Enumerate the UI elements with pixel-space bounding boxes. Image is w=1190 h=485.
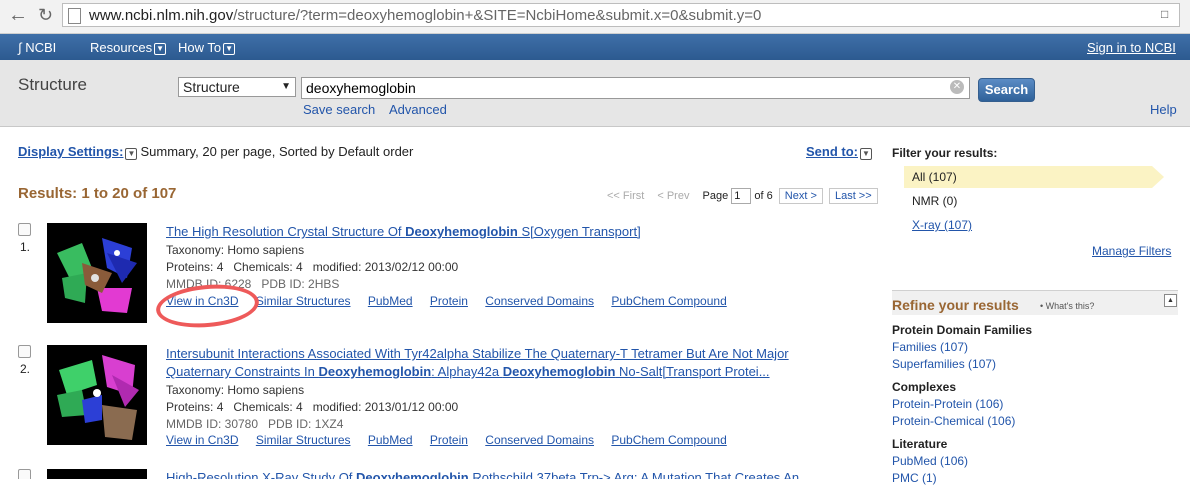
result-links: View in Cn3D Similar Structures PubMed P… — [166, 433, 741, 447]
page-label: Page — [702, 190, 729, 202]
filter-xray[interactable]: X-ray (107) — [904, 214, 1152, 236]
pubchem-compound-link[interactable]: PubChem Compound — [611, 433, 726, 447]
view-in-cn3d-link[interactable]: View in Cn3D — [166, 433, 238, 447]
dropdown-arrow-icon: ▼ — [281, 81, 291, 92]
result-number: 1. — [20, 240, 31, 254]
resources-menu[interactable]: Resources ▼ — [90, 40, 167, 55]
similar-structures-link[interactable]: Similar Structures — [256, 433, 351, 447]
send-to-link[interactable]: Send to: — [806, 144, 858, 159]
structure-thumbnail[interactable] — [47, 223, 147, 323]
howto-menu[interactable]: How To ▼ — [178, 40, 236, 55]
display-settings-link[interactable]: Display Settings: — [18, 144, 123, 159]
results-count: Results: 1 to 20 of 107 — [18, 185, 177, 202]
search-button[interactable]: Search — [978, 78, 1035, 102]
bookmark-icon[interactable]: □ — [1161, 7, 1175, 23]
page-number-input[interactable]: 1 — [731, 188, 752, 205]
refine-item[interactable]: PubMed (106) — [892, 454, 968, 468]
conserved-domains-link[interactable]: Conserved Domains — [485, 294, 594, 308]
refine-item[interactable]: Protein-Protein (106) — [892, 397, 1003, 411]
refine-group-heading: Protein Domain Families — [892, 323, 1033, 337]
result-title-link[interactable]: The High Resolution Crystal Structure Of… — [166, 223, 856, 241]
pubmed-link[interactable]: PubMed — [368, 433, 413, 447]
send-to[interactable]: Send to: ▼ — [806, 144, 875, 160]
refine-title: Refine your results — [892, 297, 1019, 313]
display-summary: Summary, 20 per page, Sorted by Default … — [140, 144, 414, 159]
result-meta: Proteins: 4 Chemicals: 4 modified: 2013/… — [166, 400, 459, 414]
structure-thumbnail[interactable] — [47, 469, 147, 479]
result-item: High-Resolution X-Ray Study Of Deoxyhemo… — [18, 469, 868, 479]
protein-link[interactable]: Protein — [430, 433, 468, 447]
database-title: Structure — [18, 75, 87, 94]
refine-header: Refine your results • What's this? ▲ — [892, 291, 1178, 315]
display-settings: Display Settings: ▼ Summary, 20 per page, … — [18, 144, 413, 160]
filter-all[interactable]: All (107) — [904, 166, 1164, 188]
page-icon — [68, 8, 81, 24]
refine-group-heading: Complexes — [892, 380, 957, 394]
conserved-domains-link[interactable]: Conserved Domains — [485, 433, 594, 447]
whats-this-link[interactable]: • What's this? — [1040, 301, 1094, 311]
advanced-link[interactable]: Advanced — [389, 102, 447, 117]
address-bar[interactable]: www.ncbi.nlm.nih.gov/structure/?term=deo… — [62, 3, 1180, 27]
result-checkbox[interactable] — [18, 223, 31, 236]
signin-link[interactable]: Sign in to NCBI — [1087, 40, 1176, 55]
pager: << First < Prev Page 1 of 6 Next > Last … — [607, 188, 878, 205]
result-taxonomy: Taxonomy: Homo sapiens — [166, 383, 305, 397]
refine-item[interactable]: PMC (1) — [892, 471, 937, 485]
refine-item[interactable]: Superfamilies (107) — [892, 357, 996, 371]
result-item: 2. Intersubunit Interactions Associated … — [18, 345, 868, 447]
chevron-down-icon[interactable]: ▼ — [125, 148, 138, 160]
ncbi-header: ∫ NCBI Resources ▼ How To ▼ Sign in to NCB… — [0, 34, 1190, 60]
refine-group-heading: Literature — [892, 437, 948, 451]
result-checkbox[interactable] — [18, 469, 31, 479]
save-search-link[interactable]: Save search — [303, 102, 375, 117]
first-page-link[interactable]: << First — [607, 190, 644, 202]
help-link[interactable]: Help — [1150, 102, 1177, 117]
chevron-down-icon: ▼ — [154, 43, 167, 55]
back-icon[interactable]: ← — [8, 4, 28, 26]
reload-icon[interactable]: ↻ — [38, 4, 53, 26]
clear-icon[interactable]: ✕ — [950, 80, 964, 94]
next-page-button[interactable]: Next > — [778, 188, 823, 204]
result-number: 2. — [20, 362, 31, 376]
manage-filters-link[interactable]: Manage Filters — [1092, 244, 1171, 258]
refine-results-panel: Refine your results • What's this? ▲ Pro… — [892, 290, 1178, 485]
result-meta: Proteins: 4 Chemicals: 4 modified: 2013/… — [166, 260, 459, 274]
filter-nmr[interactable]: NMR (0) — [904, 190, 1152, 212]
protein-link[interactable]: Protein — [430, 294, 468, 308]
result-ids: MMDB ID: 30780 PDB ID: 1XZ4 — [166, 417, 344, 431]
last-page-button[interactable]: Last >> — [828, 188, 878, 204]
result-taxonomy: Taxonomy: Homo sapiens — [166, 243, 305, 257]
page-of: of 6 — [754, 190, 773, 202]
chevron-down-icon[interactable]: ▼ — [860, 148, 872, 160]
result-item: 1. The High Resolution Crystal Structure… — [18, 223, 868, 323]
refine-item[interactable]: Families (107) — [892, 340, 968, 354]
filter-title: Filter your results: — [892, 146, 998, 160]
result-title-link[interactable]: High-Resolution X-Ray Study Of Deoxyhemo… — [166, 469, 856, 479]
collapse-icon[interactable]: ▲ — [1164, 294, 1177, 307]
result-checkbox[interactable] — [18, 345, 31, 358]
prev-page-link[interactable]: < Prev — [657, 190, 689, 202]
search-bar: Structure Structure▼ ✕ Search Save searc… — [0, 60, 1190, 127]
url-text: www.ncbi.nlm.nih.gov/structure/?term=deo… — [89, 7, 762, 24]
chevron-down-icon: ▼ — [223, 43, 236, 55]
browser-toolbar: ← ↻ www.ncbi.nlm.nih.gov/structure/?term… — [0, 0, 1190, 34]
pubmed-link[interactable]: PubMed — [368, 294, 413, 308]
search-input[interactable] — [301, 77, 970, 99]
result-title-link[interactable]: Intersubunit Interactions Associated Wit… — [166, 345, 856, 381]
database-select[interactable]: Structure ▼ — [178, 77, 296, 97]
pubchem-compound-link[interactable]: PubChem Compound — [611, 294, 726, 308]
ncbi-logo[interactable]: ∫ NCBI — [18, 40, 56, 55]
ncbi-logo-icon: ∫ — [18, 40, 22, 55]
similar-structures-link[interactable]: Similar Structures — [256, 294, 351, 308]
refine-item[interactable]: Protein-Chemical (106) — [892, 414, 1015, 428]
structure-thumbnail[interactable] — [47, 345, 147, 445]
